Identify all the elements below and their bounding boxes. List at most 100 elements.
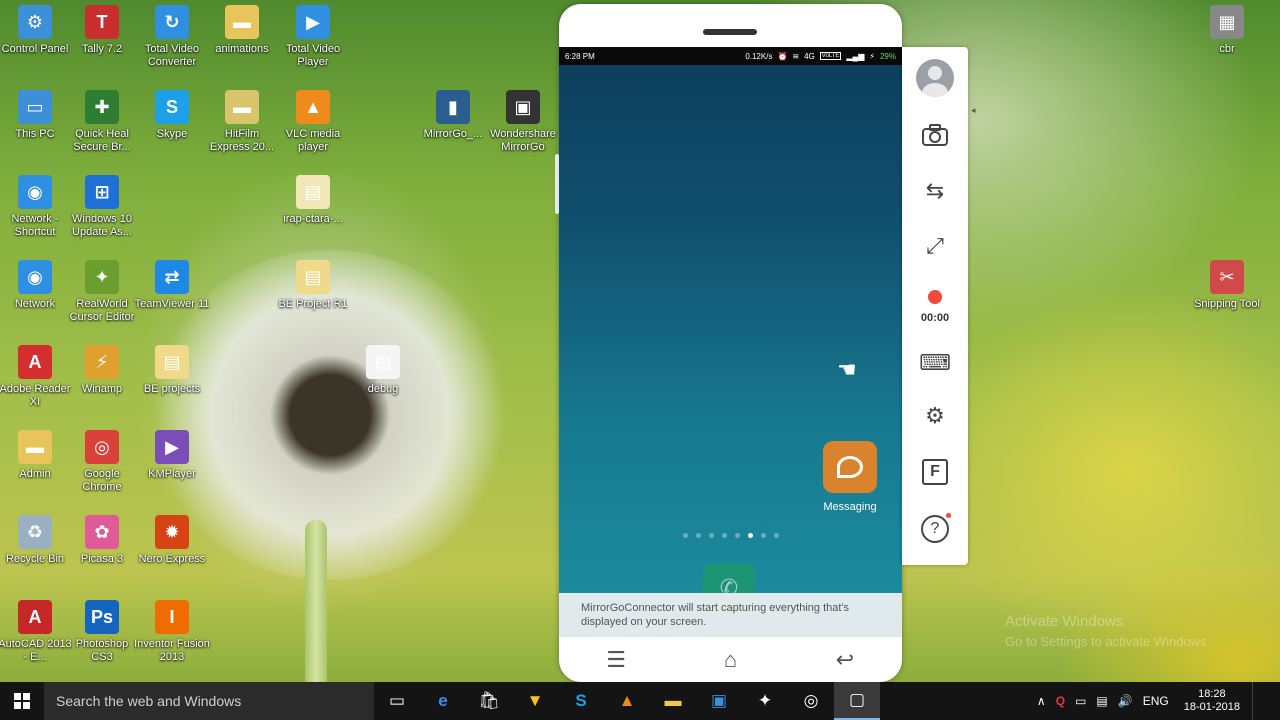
- message-tray-icon[interactable]: ▤: [1091, 694, 1112, 708]
- user-avatar-icon: [916, 59, 954, 97]
- desktop-icon-glyph: ✿: [85, 515, 119, 549]
- desktop-icon[interactable]: ▤ BE Project R1: [275, 260, 351, 311]
- quickheal-tray-icon[interactable]: Q: [1051, 694, 1070, 708]
- control-panel-taskbar-icon[interactable]: ▣: [696, 682, 742, 720]
- home-nav-button[interactable]: ⌂: [700, 647, 760, 673]
- desktop-icon-glyph: S: [155, 90, 189, 124]
- fastboot-button[interactable]: F: [902, 459, 968, 485]
- desktop-icon[interactable]: S Skype: [134, 90, 210, 141]
- desktop-icon[interactable]: ▤ irap-ctara-...: [275, 175, 351, 226]
- screenshot-button[interactable]: [902, 119, 968, 151]
- clock-time: 18:28: [1198, 688, 1226, 700]
- start-button[interactable]: [0, 682, 44, 720]
- desktop-icon[interactable]: ✂ Snipping Tool: [1189, 260, 1265, 311]
- capture-toast: MirrorGoConnector will start capturing e…: [559, 593, 902, 637]
- desktop-icon-label: Total Video Player: [285, 43, 341, 68]
- desktop-icon[interactable]: ◉ Network: [0, 260, 73, 311]
- desktop-icon[interactable]: ▣ Wondershare MirrorGo: [485, 90, 561, 154]
- task-view-icon[interactable]: ▭: [374, 682, 420, 720]
- desktop-icon[interactable]: A AutoCAD 2013 - E...: [0, 600, 73, 664]
- taskbar-search-box[interactable]: Search the web and Windows: [44, 682, 374, 720]
- vlc-taskbar-icon[interactable]: ▲: [604, 682, 650, 720]
- desktop-icon[interactable]: ▤ BE projects: [134, 345, 210, 396]
- desktop-icon-glyph: ▮: [436, 90, 470, 124]
- desktop-icon-glyph: ♻: [18, 515, 52, 549]
- obs-icon[interactable]: ◎: [788, 682, 834, 720]
- desktop-icon[interactable]: ▶ Total Video Player: [275, 5, 351, 69]
- desktop-icon-glyph: ✦: [85, 260, 119, 294]
- desktop-icon-glyph: ▲: [296, 90, 330, 124]
- help-icon: ?: [921, 513, 951, 543]
- skype-taskbar-icon[interactable]: S: [558, 682, 604, 720]
- desktop-icon[interactable]: ↻ Total Video Converter: [134, 5, 210, 69]
- help-button[interactable]: ?: [902, 513, 968, 543]
- desktop-icon[interactable]: ⚡ Winamp: [64, 345, 140, 396]
- desktop-icon[interactable]: ▤ debug: [345, 345, 421, 396]
- desktop-icon-glyph: ✚: [85, 90, 119, 124]
- desktop-icon[interactable]: I Inventor Fusion 2013: [134, 600, 210, 664]
- desktop-icon-glyph: ⇄: [155, 260, 189, 294]
- desktop-icon[interactable]: ▬ HitFilm Express 20...: [204, 90, 280, 154]
- edge-icon[interactable]: e: [420, 682, 466, 720]
- desktop-icon[interactable]: ▮ MirrorGo_...: [415, 90, 491, 141]
- desktop-icon-label: Windows 10 Update As...: [72, 213, 132, 238]
- desktop-icon[interactable]: ✹ Nero Express: [134, 515, 210, 566]
- battery-tray-icon[interactable]: ▭: [1070, 694, 1091, 708]
- desktop-icon[interactable]: ⇄ TeamViewer 11: [134, 260, 210, 311]
- desktop-icon-glyph: T: [85, 5, 119, 39]
- desktop-icon[interactable]: ▦ cbr: [1189, 5, 1265, 56]
- alarm-icon: ⏰: [777, 51, 788, 61]
- messaging-app[interactable]: Messaging: [822, 441, 878, 513]
- desktop-icon-label: Google Chrome: [82, 468, 122, 493]
- desktop-icon-label: Total Video Converter: [144, 43, 200, 68]
- triangle-app-icon[interactable]: ▼: [512, 682, 558, 720]
- show-desktop-button[interactable]: [1252, 682, 1280, 720]
- desktop-icon-glyph: A: [18, 600, 52, 634]
- desktop-icon[interactable]: ▭ This PC: [0, 90, 73, 141]
- desktop-icon[interactable]: Ps Photoshop CS3: [64, 600, 140, 664]
- mirrorgo-taskbar-icon[interactable]: ▢: [834, 682, 880, 720]
- volume-tray-icon[interactable]: 🔊: [1113, 694, 1138, 708]
- desktop-icon-label: Admin: [19, 468, 51, 480]
- desktop-icon[interactable]: A Adobe Reader XI: [0, 345, 73, 409]
- desktop-icon[interactable]: ✚ Quick Heal Secure Br...: [64, 90, 140, 154]
- settings-button[interactable]: ⚙: [902, 400, 968, 432]
- account-button[interactable]: [902, 59, 968, 97]
- desktop-icon[interactable]: T Tally 7.2: [64, 5, 140, 56]
- tray-clock[interactable]: 18:28 18-01-2018: [1174, 688, 1252, 714]
- desktop-icon-label: Network: [14, 298, 56, 310]
- phone-status-volte: VoLTE: [819, 52, 842, 60]
- language-indicator[interactable]: ENG: [1138, 694, 1174, 708]
- desktop-icon[interactable]: ⚙ Control Panel: [0, 5, 73, 56]
- record-timer: 00:00: [920, 312, 950, 324]
- fullscreen-button[interactable]: ⤢: [902, 230, 968, 262]
- desktop-icon-label: BE Project R1: [278, 298, 348, 310]
- desktop-icon[interactable]: ◉ Network - Shortcut: [0, 175, 73, 239]
- file-explorer-icon[interactable]: ▬: [650, 682, 696, 720]
- desktop-icon[interactable]: ▬ animations: [204, 5, 280, 56]
- system-tray: ∧ Q ▭ ▤ 🔊 ENG 18:28 18-01-2018: [1032, 682, 1280, 720]
- desktop-icon[interactable]: ⊞ Windows 10 Update As...: [64, 175, 140, 239]
- desktop-icon[interactable]: ✿ Picasa 3: [64, 515, 140, 566]
- desktop-icon[interactable]: ◎ Google Chrome: [64, 430, 140, 494]
- desktop-icon[interactable]: ▬ Admin: [0, 430, 73, 481]
- record-button[interactable]: 00:00: [902, 290, 968, 324]
- collapse-panel-icon[interactable]: ◂: [971, 105, 976, 116]
- desktop-icon[interactable]: ♻ Recycle Bin: [0, 515, 73, 566]
- keyboard-button[interactable]: ⌨: [902, 347, 968, 379]
- desktop-icon-label: BE projects: [143, 383, 201, 395]
- desktop-icon-glyph: ✂: [1210, 260, 1244, 294]
- phone-screen[interactable]: 6:28 PM 0.12K/s ⏰ ≋ 4G VoLTE ▂▄▆ ⚡ 29% ☚…: [559, 47, 902, 637]
- desktop-icon-glyph: A: [18, 345, 52, 379]
- recycle-taskbar-icon[interactable]: ✦: [742, 682, 788, 720]
- phone-mirror-window[interactable]: 6:28 PM 0.12K/s ⏰ ≋ 4G VoLTE ▂▄▆ ⚡ 29% ☚…: [555, 4, 902, 682]
- file-transfer-button[interactable]: ⇆: [902, 175, 968, 207]
- chevron-up-icon[interactable]: ∧: [1032, 694, 1051, 708]
- desktop-icon-glyph: ✹: [155, 515, 189, 549]
- store-icon[interactable]: 🛍: [466, 682, 512, 720]
- desktop-icon[interactable]: ▲ VLC media player: [275, 90, 351, 154]
- desktop-icon[interactable]: ✦ RealWorld Cursor Editor: [64, 260, 140, 324]
- menu-nav-button[interactable]: ☰: [586, 647, 646, 673]
- back-nav-button[interactable]: ↩: [815, 647, 875, 673]
- desktop-icon[interactable]: ▶ KMPlayer: [134, 430, 210, 481]
